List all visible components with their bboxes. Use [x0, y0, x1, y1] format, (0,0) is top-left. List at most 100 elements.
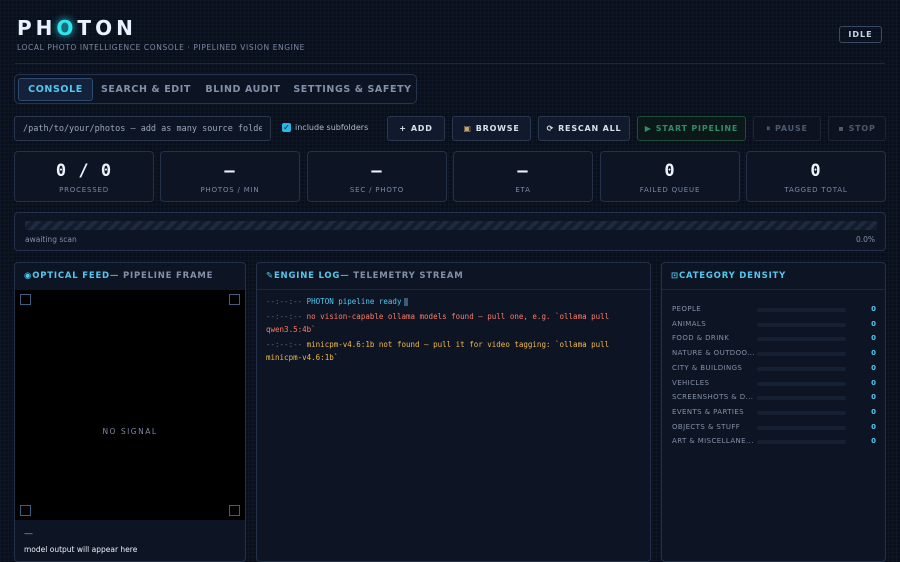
no-signal-text: NO SIGNAL — [102, 427, 158, 436]
optical-feed-subtitle: — PIPELINE FRAME — [109, 271, 214, 281]
log-stream[interactable]: --:--:-- PHOTON pipeline ready --:--:-- … — [266, 295, 642, 366]
include-subfolders-checkbox[interactable]: ✓ — [282, 123, 291, 132]
tab-settings-safety[interactable]: SETTINGS & SAFETY — [293, 78, 412, 101]
optical-feed-title: OPTICAL FEED — [32, 271, 110, 281]
category-bar — [757, 410, 846, 415]
category-name: OBJECTS & STUFF — [672, 422, 741, 431]
browse-button[interactable]: ▣ BROWSE — [452, 116, 531, 141]
category-bar — [757, 381, 846, 386]
category-bar — [757, 308, 846, 312]
progress-bar — [25, 221, 877, 230]
include-subfolders-label: include subfolders — [295, 123, 369, 132]
engine-log-title: ENGINE LOG — [273, 271, 341, 281]
category-count: 0 — [871, 334, 876, 343]
stat-value: 0 — [810, 161, 822, 181]
start-button-label: START PIPELINE — [655, 124, 739, 133]
stat-label: PHOTOS / MIN — [200, 186, 260, 194]
category-name: VEHICLES — [672, 378, 710, 387]
stat-value: 0 / 0 — [55, 161, 113, 181]
category-bar — [757, 366, 846, 371]
include-subfolders-option[interactable]: ✓ include subfolders — [282, 123, 368, 132]
stat-photos-per-min: — PHOTOS / MIN — [160, 151, 300, 202]
log-message: no vision-capable ollama models found — … — [266, 311, 610, 335]
category-bar — [757, 337, 846, 342]
status-badge: IDLE — [839, 26, 882, 43]
stat-value: — — [517, 161, 529, 181]
tab-search-edit[interactable]: SEARCH & EDIT — [99, 78, 193, 101]
log-time: --:--:-- — [266, 311, 303, 321]
category-name: ANIMALS — [672, 319, 707, 328]
model-output-text: model output will appear here — [24, 545, 138, 554]
stat-failed-queue: 0 FAILED QUEUE — [600, 151, 740, 202]
category-count: 0 — [871, 407, 876, 416]
stop-icon: ▪ — [838, 124, 845, 133]
stop-button[interactable]: ▪ STOP — [828, 116, 886, 141]
header: PHOTON LOCAL PHOTO INTELLIGENCE CONSOLE … — [0, 0, 900, 64]
stat-label: FAILED QUEUE — [639, 186, 701, 194]
category-row-city-buildings: CITY & BUILDINGS 0 — [672, 364, 876, 374]
play-icon: ▶ — [644, 124, 652, 133]
frame-corner-marker — [229, 505, 240, 516]
app-subtitle: LOCAL PHOTO INTELLIGENCE CONSOLE · PIPEL… — [17, 43, 306, 52]
refresh-icon: ⟳ — [546, 124, 555, 133]
add-button[interactable]: + ADD — [387, 116, 445, 141]
stat-label: TAGGED TOTAL — [784, 186, 848, 194]
category-count: 0 — [871, 349, 876, 358]
app-logo: PHOTON — [17, 16, 137, 40]
engine-log-panel: ✎ENGINE LOG— TELEMETRY STREAM --:--:-- P… — [256, 262, 651, 562]
category-row-objects-stuff: OBJECTS & STUFF 0 — [672, 423, 876, 433]
pause-button[interactable]: ⏸ PAUSE — [753, 116, 821, 141]
optical-feed-header: ◉OPTICAL FEED— PIPELINE FRAME — [24, 271, 213, 281]
category-density-panel: ⊡CATEGORY DENSITY PEOPLE 0 ANIMALS 0 FOO… — [661, 262, 886, 562]
tab-console[interactable]: CONSOLE — [18, 78, 93, 101]
folder-icon: ▣ — [463, 124, 472, 133]
pause-button-label: PAUSE — [775, 124, 808, 133]
stat-tagged-total: 0 TAGGED TOTAL — [746, 151, 886, 202]
category-bar — [757, 440, 846, 445]
feed-output-title: — — [24, 529, 33, 539]
progress-panel: awaiting scan 0.0% — [14, 212, 886, 251]
frame-corner-marker — [229, 294, 240, 305]
pipeline-frame: NO SIGNAL — [15, 290, 245, 520]
wrench-icon: ✎ — [266, 271, 274, 281]
progress-status: awaiting scan — [25, 235, 77, 244]
stat-eta: — ETA — [453, 151, 593, 202]
tab-bar: CONSOLE SEARCH & EDIT BLIND AUDIT SETTIN… — [14, 74, 417, 104]
cursor-icon — [404, 298, 409, 306]
stat-sec-per-photo: — SEC / PHOTO — [307, 151, 447, 202]
category-row-nature-outdoors: NATURE & OUTDOO... 0 — [672, 349, 876, 359]
log-entry: --:--:-- PHOTON pipeline ready — [266, 295, 642, 309]
grid-icon: ⊡ — [671, 271, 679, 281]
panel-divider — [257, 289, 650, 290]
category-name: FOOD & DRINK — [672, 334, 730, 343]
category-density-title: CATEGORY DENSITY — [678, 271, 787, 281]
engine-log-header: ✎ENGINE LOG— TELEMETRY STREAM — [266, 271, 463, 281]
pause-icon: ⏸ — [766, 123, 771, 133]
category-bar — [757, 352, 846, 357]
log-time: --:--:-- — [266, 297, 303, 306]
engine-log-subtitle: — TELEMETRY STREAM — [340, 271, 464, 281]
plus-icon: + — [399, 124, 407, 133]
category-name: PEOPLE — [672, 305, 702, 313]
stat-label: SEC / PHOTO — [349, 186, 405, 194]
stat-value: — — [371, 161, 383, 181]
category-row-events-parties: EVENTS & PARTIES 0 — [672, 408, 876, 418]
start-pipeline-button[interactable]: ▶ START PIPELINE — [637, 116, 746, 141]
category-name: SCREENSHOTS & D... — [672, 393, 754, 402]
stat-value: — — [224, 161, 236, 181]
rescan-all-button[interactable]: ⟳ RESCAN ALL — [538, 116, 630, 141]
category-count: 0 — [871, 393, 876, 402]
rescan-button-label: RESCAN ALL — [558, 124, 622, 133]
category-name: EVENTS & PARTIES — [672, 407, 745, 416]
panel-divider — [662, 289, 885, 290]
progress-percent: 0.0% — [855, 235, 875, 244]
category-count: 0 — [871, 437, 876, 446]
browse-button-label: BROWSE — [475, 124, 520, 133]
stat-value: 0 — [664, 161, 676, 181]
source-path-input[interactable] — [14, 116, 271, 141]
tab-blind-audit[interactable]: BLIND AUDIT — [200, 78, 286, 101]
category-name: ART & MISCELLANE... — [672, 437, 754, 446]
log-time: --:--:-- — [266, 339, 303, 349]
category-bar — [757, 396, 846, 401]
log-message: PHOTON pipeline ready — [306, 297, 402, 306]
